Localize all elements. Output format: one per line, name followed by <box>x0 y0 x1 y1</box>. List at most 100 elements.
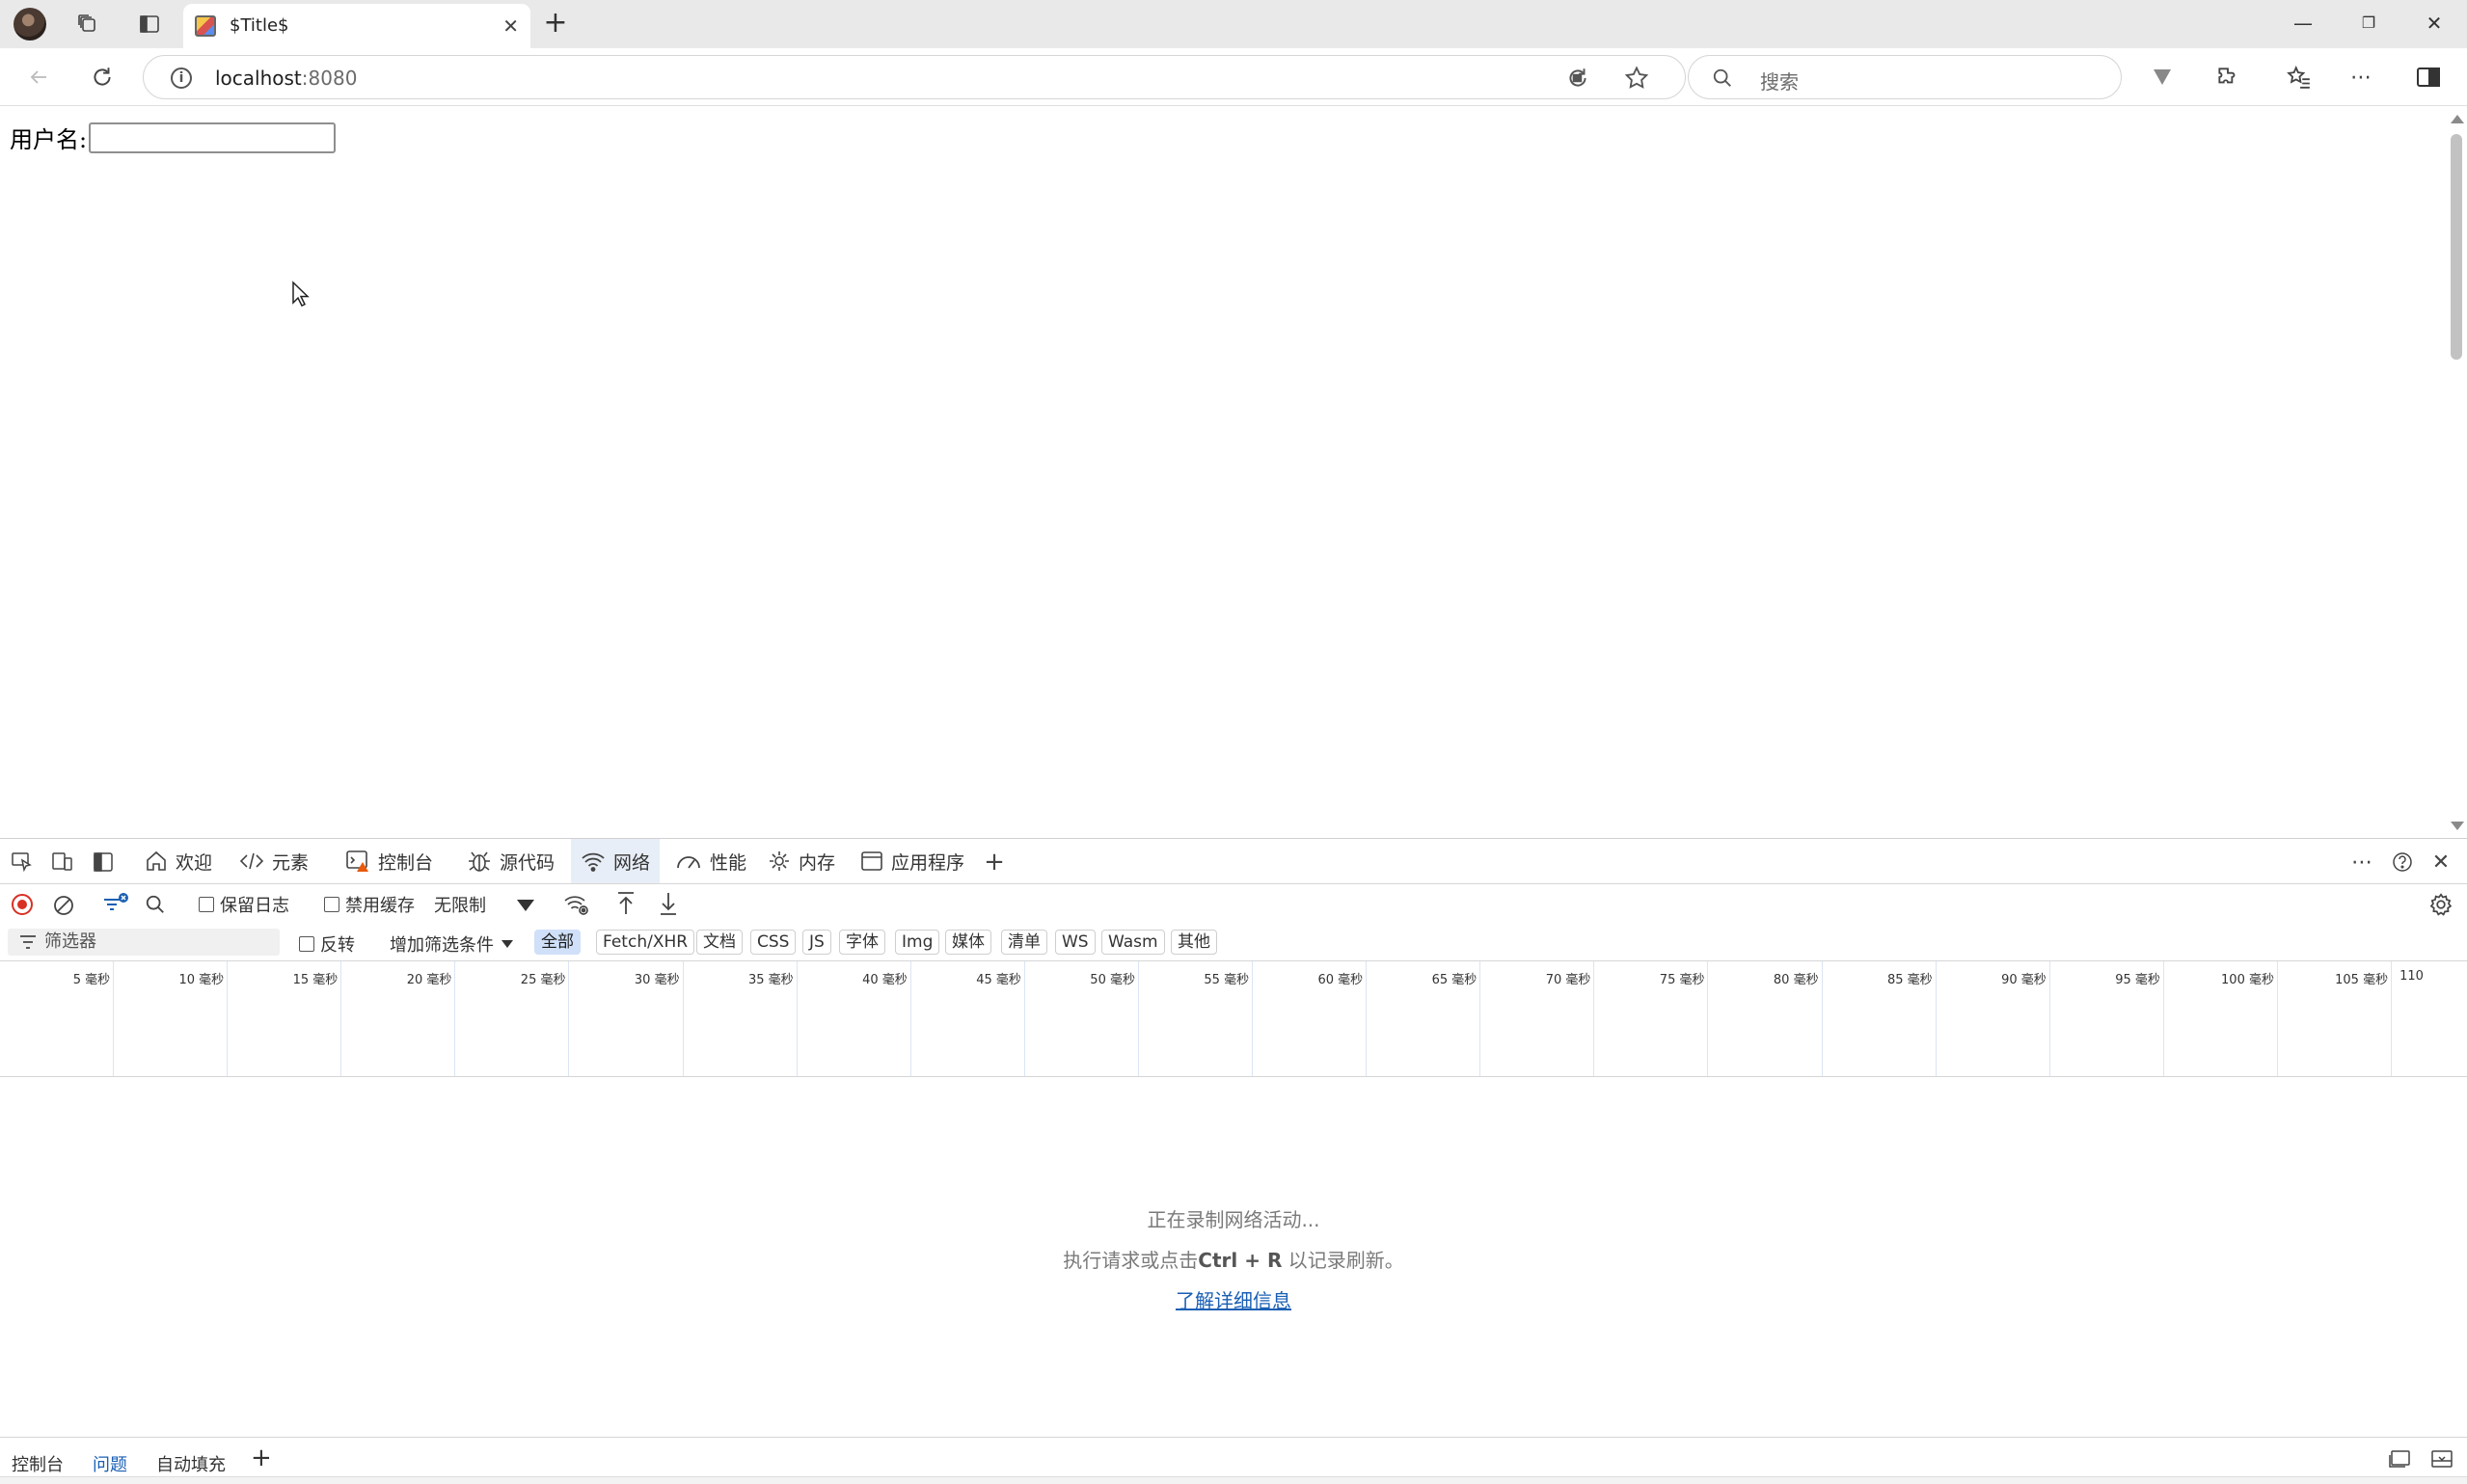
tab-welcome[interactable]: 欢迎 <box>135 839 222 883</box>
throttle-dropdown-icon[interactable] <box>517 900 534 911</box>
workspaces-icon[interactable] <box>73 10 102 39</box>
search-box[interactable]: 搜索 <box>1688 55 2122 99</box>
inspect-element-icon[interactable] <box>10 850 35 874</box>
preserve-log-box[interactable] <box>199 897 214 912</box>
disable-cache-box[interactable] <box>324 897 339 912</box>
code-tags-icon <box>239 852 264 870</box>
timeline-tick-label: 35 毫秒 <box>748 973 794 987</box>
learn-more-link[interactable]: 了解详细信息 <box>0 1285 2467 1313</box>
device-emulation-icon[interactable] <box>50 850 75 874</box>
network-conditions-icon[interactable] <box>563 892 590 921</box>
disable-cache-label: 禁用缓存 <box>345 896 415 916</box>
more-filters-dropdown[interactable]: 增加筛选条件 <box>390 931 513 957</box>
drawer-tab-autofill[interactable]: 自动填充 <box>156 1451 226 1476</box>
timeline-tick-label: 70 毫秒 <box>1545 973 1591 987</box>
extension-v-icon[interactable] <box>2147 62 2178 93</box>
drawer-tab-issues[interactable]: 问题 <box>93 1451 127 1476</box>
invert-box[interactable] <box>299 936 314 952</box>
scroll-down-arrow-icon[interactable] <box>2451 822 2464 830</box>
type-filter-other[interactable]: 其他 <box>1171 930 1217 955</box>
read-aloud-icon[interactable] <box>1565 66 1590 94</box>
throttle-select[interactable]: 无限制 <box>434 892 486 917</box>
filter-input[interactable]: 筛选器 <box>8 929 280 956</box>
tab-performance[interactable]: 性能 <box>665 839 756 883</box>
more-menu-icon[interactable]: ⋯ <box>2345 62 2376 93</box>
type-filter-doc[interactable]: 文档 <box>696 930 743 955</box>
url-host: localhost <box>215 67 302 90</box>
disable-cache-checkbox[interactable]: 禁用缓存 <box>324 892 415 917</box>
type-filter-fetch-xhr[interactable]: Fetch/XHR <box>596 930 695 955</box>
invert-checkbox[interactable]: 反转 <box>299 931 355 957</box>
network-timeline-overview[interactable]: 5 毫秒 10 毫秒 15 毫秒 20 毫秒 25 毫秒 30 毫秒 35 毫秒 40 毫秒 4… <box>0 961 2467 1077</box>
timeline-tick: 45 毫秒 <box>911 961 1025 1076</box>
favorite-star-icon[interactable] <box>1623 65 1650 95</box>
close-devtools-icon[interactable]: ✕ <box>2428 850 2453 875</box>
type-filter-css[interactable]: CSS <box>750 930 797 955</box>
vertical-tabs-icon[interactable] <box>135 10 164 39</box>
tab-console[interactable]: 控制台 <box>336 839 443 883</box>
browser-tab-active[interactable]: $Title$ ✕ <box>183 4 530 48</box>
tab-elements[interactable]: 元素 <box>230 839 318 883</box>
type-filter-js[interactable]: JS <box>802 930 831 955</box>
reload-hint-shortcut: Ctrl + R <box>1198 1249 1283 1272</box>
address-url[interactable]: localhost:8080 <box>215 67 357 90</box>
drawer-add-tab-icon[interactable]: + <box>251 1444 272 1472</box>
more-filters-label: 增加筛选条件 <box>390 935 494 956</box>
tab-console-label: 控制台 <box>378 851 434 874</box>
preserve-log-checkbox[interactable]: 保留日志 <box>199 892 289 917</box>
type-filter-img[interactable]: Img <box>895 930 940 955</box>
new-tab-button[interactable]: + <box>540 9 571 40</box>
add-tool-plus-icon[interactable]: + <box>982 848 1007 877</box>
drawer-tab-console[interactable]: 控制台 <box>12 1451 64 1476</box>
scroll-up-arrow-icon[interactable] <box>2451 115 2464 123</box>
dock-panel-icon[interactable] <box>91 850 116 874</box>
timeline-tick: 35 毫秒 <box>684 961 798 1076</box>
record-stop-icon[interactable] <box>12 894 33 915</box>
timeline-tick-label: 90 毫秒 <box>2001 973 2047 987</box>
timeline-tick-label: 50 毫秒 <box>1090 973 1135 987</box>
page-scrollbar[interactable] <box>2446 107 2467 838</box>
help-icon[interactable] <box>2390 850 2415 874</box>
filter-active-icon[interactable] <box>102 892 129 921</box>
tab-sources[interactable]: 源代码 <box>457 839 564 883</box>
timeline-tick: 70 毫秒 <box>1480 961 1595 1076</box>
tab-network[interactable]: 网络 <box>571 839 661 883</box>
search-network-icon[interactable] <box>145 894 166 919</box>
devtools-more-icon[interactable]: ⋯ <box>2349 850 2374 875</box>
site-info-icon[interactable]: i <box>171 67 192 89</box>
restore-window-icon[interactable]: ❐ <box>2349 10 2388 39</box>
tab-memory[interactable]: 内存 <box>758 839 845 883</box>
type-filter-wasm[interactable]: Wasm <box>1101 930 1165 955</box>
sidebar-toggle-icon[interactable] <box>2413 62 2444 93</box>
type-filter-media[interactable]: 媒体 <box>945 930 991 955</box>
timeline-tick-label: 105 毫秒 <box>2335 973 2389 987</box>
import-har-icon[interactable] <box>615 890 637 921</box>
type-filter-ws[interactable]: WS <box>1055 930 1096 955</box>
minimize-window-icon[interactable]: — <box>2284 10 2322 39</box>
scrollbar-thumb[interactable] <box>2451 134 2462 360</box>
tab-performance-label: 性能 <box>710 851 747 874</box>
network-settings-gear-icon[interactable] <box>2428 892 2453 921</box>
reload-icon[interactable] <box>87 62 118 93</box>
export-har-icon[interactable] <box>658 890 679 921</box>
address-bar[interactable]: i localhost:8080 <box>143 55 1686 99</box>
favorites-list-icon[interactable] <box>2284 62 2315 93</box>
clear-log-icon[interactable] <box>52 894 75 921</box>
type-filter-all[interactable]: 全部 <box>534 930 581 955</box>
profile-avatar[interactable] <box>14 8 46 40</box>
timeline-tick: 5 毫秒 <box>0 961 115 1076</box>
tab-sources-label: 源代码 <box>500 851 556 874</box>
type-filter-manifest[interactable]: 清单 <box>1001 930 1047 955</box>
drawer-dock-icon[interactable] <box>2388 1449 2411 1472</box>
extensions-puzzle-icon[interactable] <box>2212 62 2243 93</box>
timeline-tick: 90 毫秒 <box>1937 961 2050 1076</box>
network-filter-bar: 筛选器 反转 增加筛选条件 全部 Fetch/XHR 文档 CSS JS 字体 … <box>0 923 2467 961</box>
close-window-icon[interactable]: ✕ <box>2415 10 2453 39</box>
back-arrow-icon[interactable] <box>23 62 54 93</box>
bug-icon <box>469 851 490 872</box>
drawer-close-icon[interactable] <box>2430 1449 2453 1472</box>
tab-application[interactable]: 应用程序 <box>851 839 974 883</box>
username-input[interactable] <box>89 121 337 153</box>
tab-close-icon[interactable]: ✕ <box>502 15 519 37</box>
type-filter-font[interactable]: 字体 <box>839 930 885 955</box>
